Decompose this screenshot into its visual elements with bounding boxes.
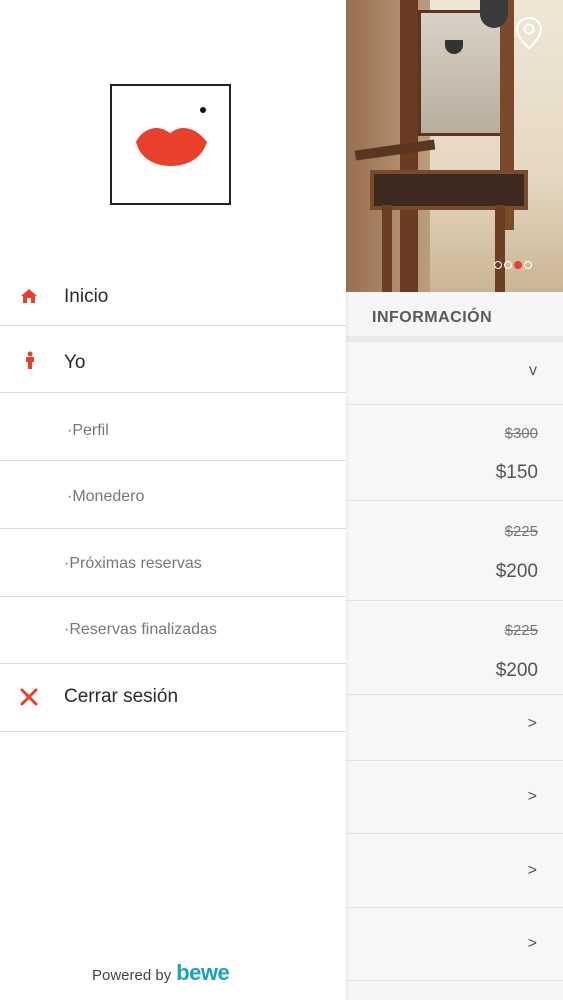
new-price: $200 bbox=[495, 660, 538, 681]
carousel-dot-active[interactable] bbox=[514, 261, 522, 269]
carousel-indicator[interactable] bbox=[494, 261, 532, 269]
app-logo bbox=[110, 84, 231, 205]
menu-item-proximas-reservas[interactable]: ·Próximas reservas bbox=[0, 529, 346, 597]
old-price: $300 bbox=[504, 425, 538, 442]
lips-icon bbox=[136, 107, 207, 166]
section-title: INFORMACIÓN bbox=[372, 309, 493, 326]
chevron-right-icon: > bbox=[527, 862, 537, 879]
menu-item-perfil[interactable]: ·Perfil bbox=[0, 393, 346, 461]
new-price: $200 bbox=[495, 561, 538, 582]
location-pin-icon[interactable] bbox=[514, 16, 544, 50]
chevron-right-icon: > bbox=[527, 935, 537, 952]
powered-by-text: Powered by bbox=[92, 967, 172, 984]
chevron-right-icon: > bbox=[527, 788, 537, 805]
chevron-down-icon: v bbox=[529, 362, 537, 379]
side-drawer: Inicio Yo ·Perfil ·Monedero ·Próximas re… bbox=[0, 0, 346, 1000]
menu-item-label: Yo bbox=[64, 352, 86, 373]
bewe-logo[interactable]: bewe bbox=[176, 960, 230, 986]
menu-item-label: Inicio bbox=[64, 286, 109, 307]
menu-item-reservas-finalizadas[interactable]: ·Reservas finalizadas bbox=[0, 597, 346, 664]
person-icon bbox=[25, 351, 35, 374]
menu-item-label: ·Próximas reservas bbox=[64, 555, 202, 572]
menu-item-yo[interactable]: Yo bbox=[0, 326, 346, 393]
home-icon bbox=[20, 288, 38, 309]
menu-item-label: ·Monedero bbox=[67, 488, 145, 505]
close-icon bbox=[20, 688, 38, 711]
menu-item-inicio[interactable]: Inicio bbox=[0, 264, 346, 326]
chevron-right-icon: > bbox=[527, 715, 537, 732]
menu-item-label: ·Perfil bbox=[67, 422, 109, 439]
old-price: $225 bbox=[504, 622, 538, 639]
menu-item-label: ·Reservas finalizadas bbox=[64, 621, 217, 638]
new-price: $150 bbox=[495, 462, 538, 483]
menu-item-monedero[interactable]: ·Monedero bbox=[0, 461, 346, 529]
powered-by-footer: Powered by bewe bbox=[92, 960, 230, 986]
menu-item-cerrar-sesion[interactable]: Cerrar sesión bbox=[0, 664, 346, 732]
carousel-dot[interactable] bbox=[504, 261, 512, 269]
carousel-dot[interactable] bbox=[494, 261, 502, 269]
carousel-dot[interactable] bbox=[524, 261, 532, 269]
old-price: $225 bbox=[504, 523, 538, 540]
menu-item-label: Cerrar sesión bbox=[64, 686, 179, 707]
